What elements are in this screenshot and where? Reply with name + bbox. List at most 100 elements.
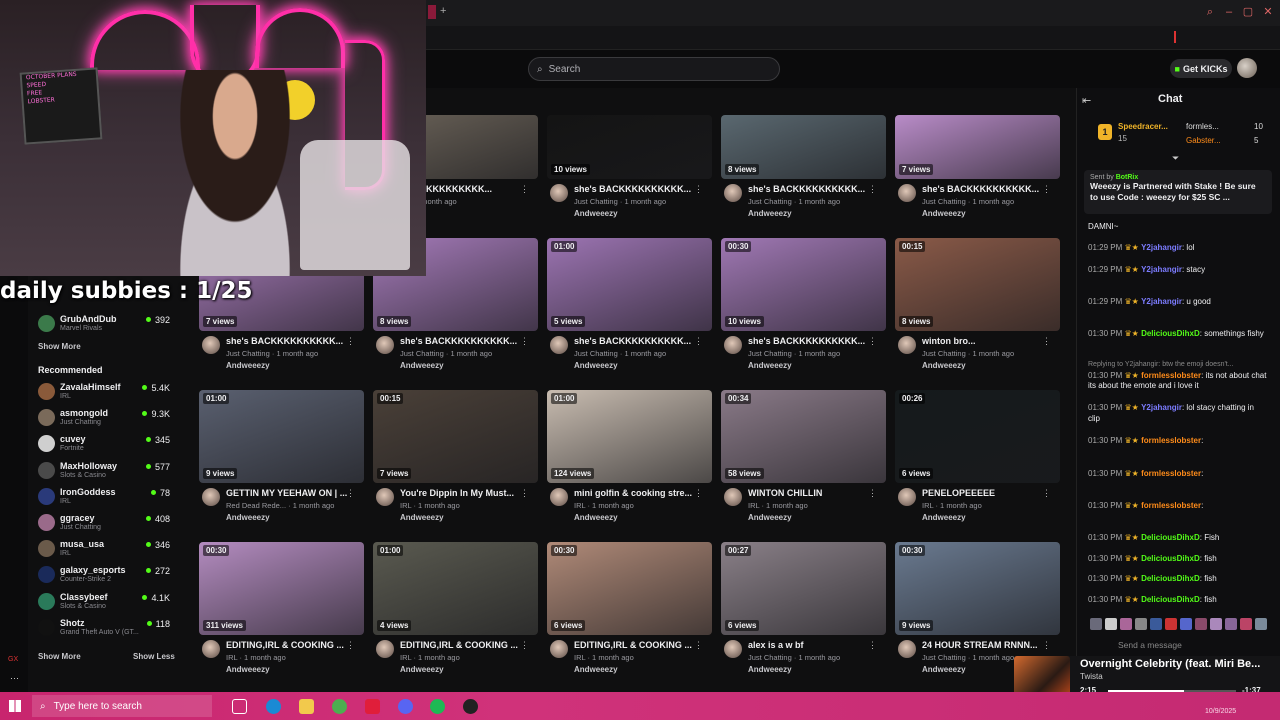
- sidebar-channel[interactable]: Shotz Grand Theft Auto V (GT... 118: [38, 616, 178, 642]
- opera-gx-icon[interactable]: [365, 699, 380, 714]
- clip-card[interactable]: 00:26 6 views PENELOPEEEEE IRL · 1 month…: [895, 390, 1060, 530]
- clip-author[interactable]: Andweeezy: [400, 513, 444, 522]
- sidebar-channel[interactable]: ZavalaHimself IRL 5.4K: [38, 380, 178, 406]
- emote-icon[interactable]: [1150, 618, 1162, 630]
- clip-thumbnail[interactable]: 01:00 9 views: [199, 390, 364, 483]
- close-icon[interactable]: ✕: [1262, 6, 1274, 18]
- sidebar-channel[interactable]: ggracey Just Chatting 408: [38, 511, 178, 537]
- clip-title[interactable]: You're Dippin In My Must...: [400, 488, 528, 498]
- clip-author[interactable]: Andweeezy: [922, 513, 966, 522]
- chat-message[interactable]: 01:30 PM ♛★ DeliciousDihxD: somethings f…: [1088, 329, 1268, 340]
- chat-message[interactable]: 01:30 PM ♛★ formlesslobster:: [1088, 501, 1268, 512]
- clip-title[interactable]: she's BACKKKKKKKKKK...: [400, 336, 528, 346]
- clip-author-avatar[interactable]: [550, 336, 568, 354]
- clip-card[interactable]: 01:00 5 views she's BACKKKKKKKKKK... Jus…: [547, 238, 712, 378]
- obs-icon[interactable]: [463, 699, 478, 714]
- clip-card[interactable]: 10 views she's BACKKKKKKKKKK... Just Cha…: [547, 86, 712, 226]
- clip-card[interactable]: 01:00 4 views EDITING,IRL & COOKING ... …: [373, 542, 538, 682]
- clip-title[interactable]: she's BACKKKKKKKKKK...: [574, 336, 702, 346]
- emote-icon[interactable]: [1225, 618, 1237, 630]
- clip-author-avatar[interactable]: [550, 184, 568, 202]
- clip-thumbnail[interactable]: 01:00 5 views: [547, 238, 712, 331]
- chat-username[interactable]: Y2jahangir: [1141, 265, 1182, 274]
- more-options-icon[interactable]: ⋮: [346, 488, 355, 499]
- clip-thumbnail[interactable]: 00:26 6 views: [895, 390, 1060, 483]
- clip-card[interactable]: 01:00 124 views mini golfin & cooking st…: [547, 390, 712, 530]
- more-options-icon[interactable]: ⋮: [1042, 640, 1051, 651]
- task-view-icon[interactable]: [232, 699, 247, 714]
- emote-icon[interactable]: [1240, 618, 1252, 630]
- clip-title[interactable]: she's BACKKKKKKKKKK...: [574, 184, 702, 194]
- sidebar-channel[interactable]: GrubAndDub Marvel Rivals 392: [38, 312, 178, 338]
- emote-icon[interactable]: [1135, 618, 1147, 630]
- clip-card[interactable]: 8 views she's BACKKKKKKKKKK... Just Chat…: [721, 86, 886, 226]
- clip-thumbnail[interactable]: 01:00 124 views: [547, 390, 712, 483]
- user-avatar[interactable]: [1237, 58, 1257, 78]
- more-options-icon[interactable]: ⋮: [868, 184, 877, 195]
- more-options-icon[interactable]: ⋮: [520, 184, 529, 195]
- sidebar-channel[interactable]: asmongold Just Chatting 9.3K: [38, 406, 178, 432]
- emote-icon[interactable]: [1090, 618, 1102, 630]
- more-options-icon[interactable]: ⋮: [868, 488, 877, 499]
- clip-thumbnail[interactable]: 7 views: [895, 115, 1060, 179]
- chat-message[interactable]: 01:30 PM ♛★ DeliciousDihxD: Fish: [1088, 533, 1268, 544]
- clip-thumbnail[interactable]: 00:15 8 views: [895, 238, 1060, 331]
- show-less-button[interactable]: Show Less: [133, 652, 175, 661]
- more-options-icon[interactable]: ⋮: [346, 336, 355, 347]
- chat-username[interactable]: formlesslobster: [1141, 371, 1201, 380]
- clip-author-avatar[interactable]: [202, 640, 220, 658]
- clip-thumbnail[interactable]: 00:34 58 views: [721, 390, 886, 483]
- clip-title[interactable]: EDITING,IRL & COOKING ...: [400, 640, 528, 650]
- clip-thumbnail[interactable]: 00:30 10 views: [721, 238, 886, 331]
- chat-username[interactable]: Y2jahangir: [1141, 297, 1182, 306]
- more-options-icon[interactable]: ⋮: [694, 488, 703, 499]
- emote-icon[interactable]: [1120, 618, 1132, 630]
- clip-card[interactable]: 00:15 7 views You're Dippin In My Must..…: [373, 390, 538, 530]
- more-options-icon[interactable]: ⋮: [694, 184, 703, 195]
- clip-title[interactable]: mini golfin & cooking stre...: [574, 488, 702, 498]
- clip-title[interactable]: she's BACKKKKKKKKKK...: [226, 336, 354, 346]
- chat-message[interactable]: 01:30 PM ♛★ formlesslobster:: [1088, 469, 1268, 480]
- chat-username[interactable]: DeliciousDihxD: [1141, 574, 1200, 583]
- more-options-icon[interactable]: ⋮: [520, 336, 529, 347]
- more-options-icon[interactable]: ⋮: [694, 336, 703, 347]
- clip-author-avatar[interactable]: [898, 184, 916, 202]
- clip-title[interactable]: she's BACKKKKKKKKKK...: [748, 184, 876, 194]
- clip-card[interactable]: 00:15 8 views winton bro... Just Chattin…: [895, 238, 1060, 378]
- more-options-icon[interactable]: ⋮: [520, 488, 529, 499]
- clip-author-avatar[interactable]: [898, 640, 916, 658]
- more-options-icon[interactable]: ⋮: [694, 640, 703, 651]
- start-icon[interactable]: [9, 700, 21, 712]
- more-options-icon[interactable]: ⋮: [1042, 336, 1051, 347]
- search-input[interactable]: ⌕ Search: [528, 57, 780, 81]
- clip-card[interactable]: 00:30 311 views EDITING,IRL & COOKING ..…: [199, 542, 364, 682]
- chat-message[interactable]: 01:29 PM ♛★ Y2jahangir: lol: [1088, 243, 1268, 254]
- maximize-icon[interactable]: ▢: [1242, 6, 1254, 18]
- clip-author[interactable]: Andweeezy: [574, 209, 618, 218]
- sidebar-channel[interactable]: cuvey Fortnite 345: [38, 432, 178, 458]
- discord-icon[interactable]: [398, 699, 413, 714]
- clip-author[interactable]: Andweeezy: [226, 513, 270, 522]
- chat-message[interactable]: 01:29 PM ♛★ Y2jahangir: u good: [1088, 297, 1268, 308]
- clip-author[interactable]: Andweeezy: [574, 513, 618, 522]
- clip-author-avatar[interactable]: [898, 336, 916, 354]
- expand-icon[interactable]: ⏷: [1172, 153, 1179, 164]
- clip-thumbnail[interactable]: 00:15 7 views: [373, 390, 538, 483]
- emote-icon[interactable]: [1180, 618, 1192, 630]
- chat-username[interactable]: formlesslobster: [1141, 501, 1201, 510]
- folder-icon[interactable]: [299, 699, 314, 714]
- clip-card[interactable]: 7 views she's BACKKKKKKKKKK... Just Chat…: [895, 86, 1060, 226]
- show-more-button[interactable]: Show More: [38, 652, 81, 661]
- leader-name[interactable]: Speedracer...: [1118, 122, 1168, 131]
- clip-author[interactable]: Andweeezy: [226, 361, 270, 370]
- clip-card[interactable]: 00:30 6 views EDITING,IRL & COOKING ... …: [547, 542, 712, 682]
- sidebar-channel[interactable]: galaxy_esports Counter-Strike 2 272: [38, 563, 178, 589]
- chat-username[interactable]: DeliciousDihxD: [1141, 329, 1200, 338]
- leader-name[interactable]: formles...: [1186, 122, 1219, 131]
- emote-icon[interactable]: [1255, 618, 1267, 630]
- clip-title[interactable]: EDITING,IRL & COOKING ...: [226, 640, 354, 650]
- spotify-icon[interactable]: [430, 699, 445, 714]
- search-icon[interactable]: ⌕: [1204, 6, 1216, 18]
- clip-thumbnail[interactable]: 00:30 311 views: [199, 542, 364, 635]
- chat-message[interactable]: DAMNI~: [1088, 222, 1268, 233]
